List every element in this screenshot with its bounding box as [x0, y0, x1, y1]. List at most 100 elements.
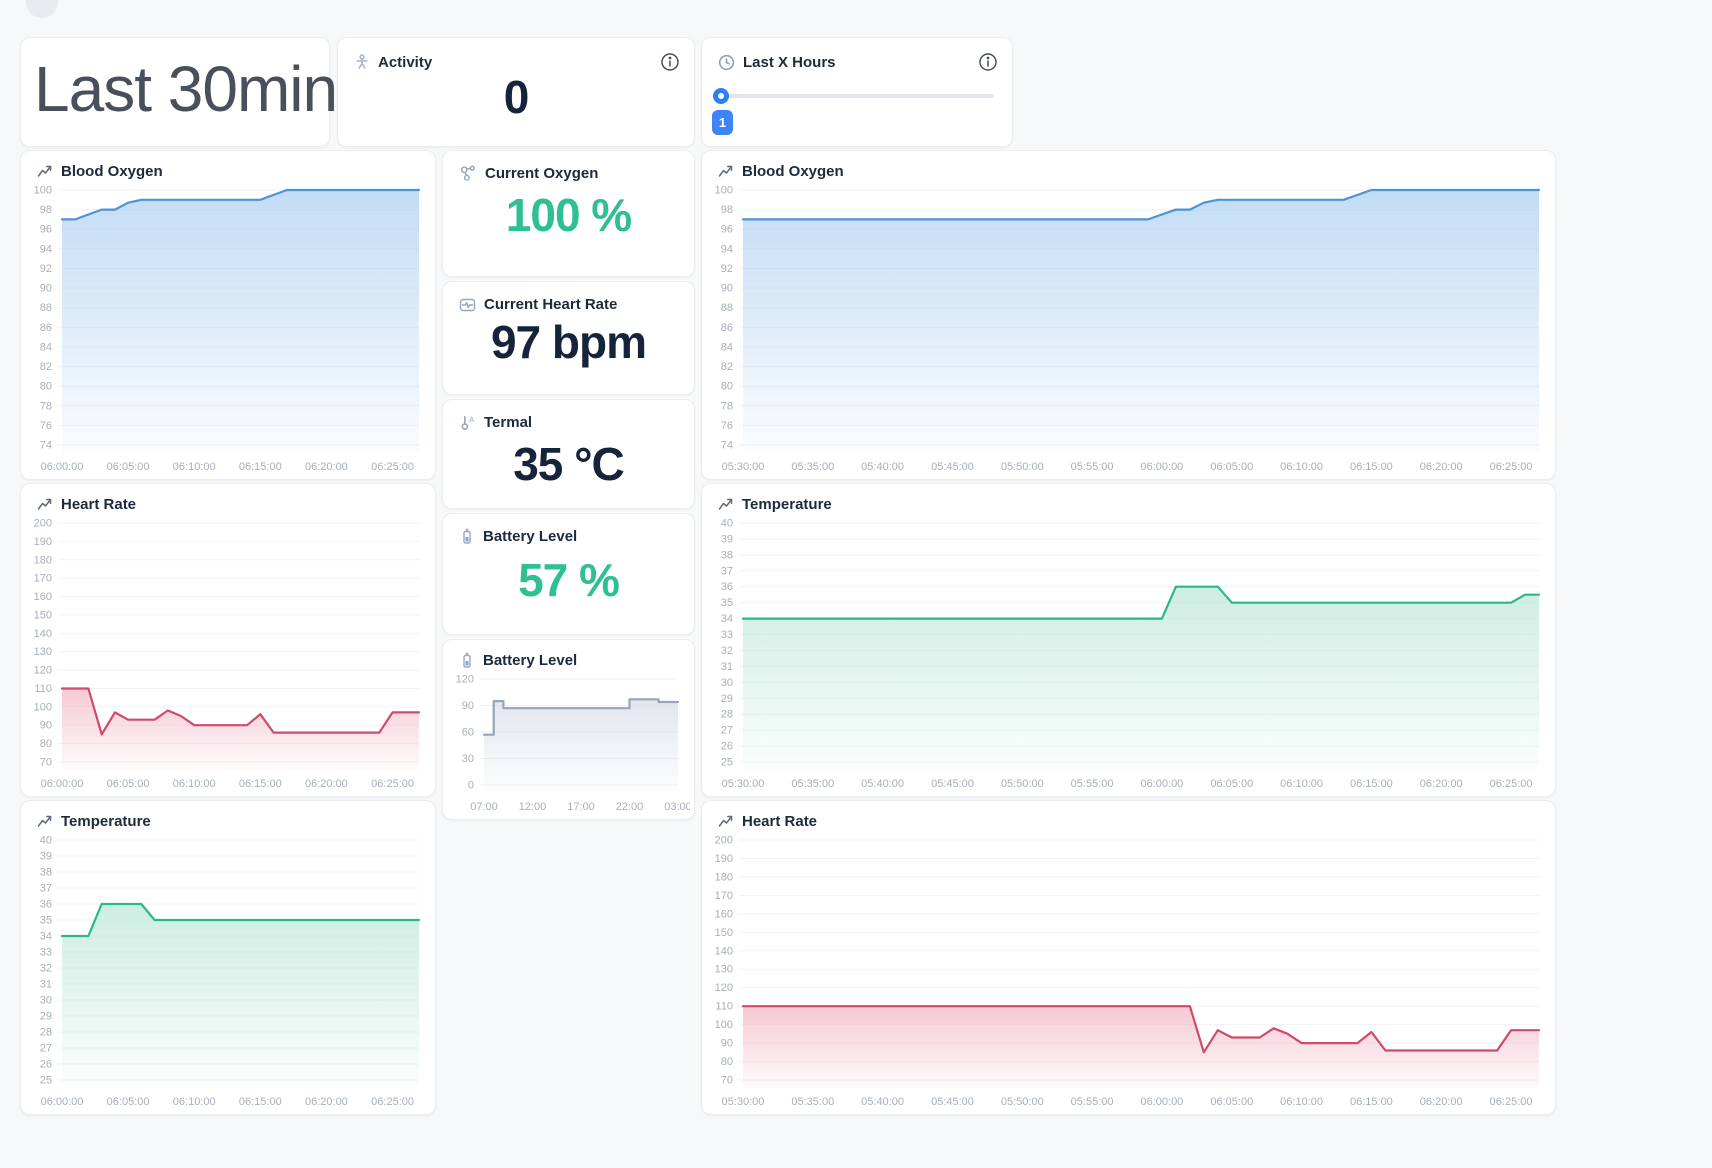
svg-text:05:45:00: 05:45:00 [931, 1096, 974, 1108]
svg-text:07:00: 07:00 [470, 801, 498, 813]
svg-text:160: 160 [715, 908, 733, 920]
svg-text:06:00:00: 06:00:00 [1140, 461, 1183, 473]
svg-text:06:05:00: 06:05:00 [1210, 778, 1253, 790]
line-chart-icon [718, 814, 734, 829]
svg-text:06:25:00: 06:25:00 [371, 461, 414, 473]
svg-text:36: 36 [721, 581, 733, 593]
battery-level-chart: 120906030007:0012:0017:0022:0003:00 [447, 671, 690, 817]
svg-text:94: 94 [721, 243, 733, 255]
svg-text:190: 190 [34, 536, 52, 548]
svg-text:06:25:00: 06:25:00 [1490, 1096, 1533, 1108]
svg-text:05:35:00: 05:35:00 [791, 778, 834, 790]
svg-text:200: 200 [34, 518, 52, 530]
svg-text:06:20:00: 06:20:00 [305, 461, 348, 473]
svg-text:38: 38 [721, 549, 733, 561]
svg-text:05:55:00: 05:55:00 [1071, 461, 1114, 473]
svg-text:06:15:00: 06:15:00 [1350, 1096, 1393, 1108]
svg-text:88: 88 [40, 302, 52, 314]
chart-title: Blood Oxygen [742, 163, 844, 180]
heart-rate-card-left: Heart Rate 20019018017016015014013012011… [20, 483, 436, 797]
thermometer-icon: A [459, 414, 476, 431]
svg-text:80: 80 [40, 738, 52, 750]
svg-text:05:55:00: 05:55:00 [1071, 778, 1114, 790]
svg-text:90: 90 [40, 283, 52, 295]
svg-text:84: 84 [721, 341, 733, 353]
chart-title: Blood Oxygen [61, 163, 163, 180]
svg-text:36: 36 [40, 899, 52, 911]
svg-text:05:35:00: 05:35:00 [791, 1096, 834, 1108]
svg-text:74: 74 [40, 440, 52, 452]
svg-text:06:25:00: 06:25:00 [371, 778, 414, 790]
svg-text:05:50:00: 05:50:00 [1001, 1096, 1044, 1108]
svg-text:22:00: 22:00 [616, 801, 644, 813]
svg-text:78: 78 [40, 400, 52, 412]
svg-text:06:20:00: 06:20:00 [305, 1096, 348, 1108]
svg-text:37: 37 [721, 565, 733, 577]
svg-text:06:00:00: 06:00:00 [41, 461, 84, 473]
svg-text:05:30:00: 05:30:00 [722, 461, 765, 473]
blood-oxygen-chart-left: 1009896949290888684828078767406:00:0006:… [25, 182, 431, 477]
svg-text:05:40:00: 05:40:00 [861, 461, 904, 473]
avatar-placeholder [26, 0, 58, 18]
svg-text:92: 92 [40, 263, 52, 275]
slider-track[interactable] [721, 94, 994, 98]
svg-text:05:50:00: 05:50:00 [1001, 778, 1044, 790]
current-heart-rate-value: 97 bpm [443, 315, 694, 369]
svg-text:76: 76 [40, 420, 52, 432]
stat-title: Battery Level [483, 528, 577, 545]
svg-text:28: 28 [721, 709, 733, 721]
hours-slider[interactable]: 1 [721, 94, 994, 98]
current-oxygen-card: Current Oxygen 100 % [442, 150, 695, 277]
info-icon[interactable] [978, 52, 998, 72]
svg-text:06:00:00: 06:00:00 [41, 778, 84, 790]
svg-text:170: 170 [715, 890, 733, 902]
termal-card: A Termal 35 °C [442, 399, 695, 509]
svg-text:06:05:00: 06:05:00 [1210, 461, 1253, 473]
svg-text:86: 86 [40, 322, 52, 334]
time-window-card: Last 30min [20, 37, 330, 147]
svg-text:05:40:00: 05:40:00 [861, 1096, 904, 1108]
svg-text:31: 31 [721, 661, 733, 673]
svg-text:120: 120 [34, 665, 52, 677]
svg-text:80: 80 [40, 381, 52, 393]
svg-text:100: 100 [34, 185, 52, 197]
svg-text:60: 60 [462, 727, 474, 739]
info-icon[interactable] [660, 52, 680, 72]
termal-value: 35 °C [443, 437, 694, 491]
svg-text:05:40:00: 05:40:00 [861, 778, 904, 790]
svg-text:76: 76 [721, 420, 733, 432]
svg-text:80: 80 [721, 1056, 733, 1068]
svg-text:06:10:00: 06:10:00 [173, 1096, 216, 1108]
slider-handle[interactable] [713, 88, 729, 104]
battery-icon [459, 528, 475, 545]
battery-level-value: 57 % [443, 553, 694, 607]
svg-text:96: 96 [40, 224, 52, 236]
svg-text:90: 90 [721, 1038, 733, 1050]
svg-text:26: 26 [721, 741, 733, 753]
chart-title: Heart Rate [742, 813, 817, 830]
svg-text:30: 30 [721, 677, 733, 689]
molecule-icon [459, 165, 477, 182]
svg-text:06:05:00: 06:05:00 [1210, 1096, 1253, 1108]
page-title: Last 30min [21, 38, 329, 126]
temperature-card-left: Temperature 4039383736353433323130292827… [20, 800, 436, 1115]
chart-title: Temperature [61, 813, 151, 830]
svg-text:12:00: 12:00 [519, 801, 547, 813]
svg-text:180: 180 [34, 554, 52, 566]
svg-text:98: 98 [721, 204, 733, 216]
svg-text:03:00: 03:00 [664, 801, 690, 813]
svg-text:150: 150 [715, 927, 733, 939]
svg-text:120: 120 [456, 674, 474, 686]
person-icon [354, 54, 370, 70]
svg-text:180: 180 [715, 871, 733, 883]
svg-text:06:10:00: 06:10:00 [1280, 461, 1323, 473]
svg-text:05:45:00: 05:45:00 [931, 461, 974, 473]
heart-rate-chart-right: 2001901801701601501401301201101009080700… [706, 832, 1551, 1112]
svg-text:170: 170 [34, 573, 52, 585]
temperature-chart-right: 4039383736353433323130292827262505:30:00… [706, 515, 1551, 794]
svg-text:06:20:00: 06:20:00 [1420, 461, 1463, 473]
svg-text:06:00:00: 06:00:00 [41, 1096, 84, 1108]
activity-card: Activity 0 [337, 37, 695, 147]
svg-text:05:50:00: 05:50:00 [1001, 461, 1044, 473]
stat-title: Termal [484, 414, 532, 431]
